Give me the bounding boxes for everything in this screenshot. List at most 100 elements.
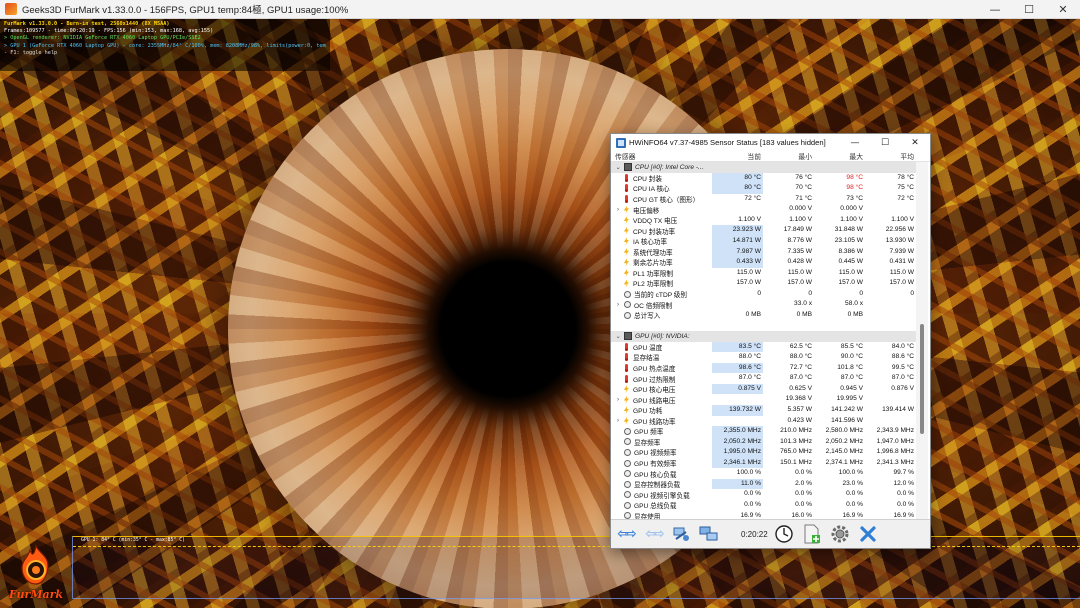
sensor-row[interactable]: GPU 温度 83.5 °C 62.5 °C 85.5 °C 84.0 °C bbox=[611, 341, 916, 353]
value-avg: 99.5 °C bbox=[891, 363, 914, 371]
sensor-row[interactable]: 当前的 cTDP 级别 0 0 0 0 bbox=[611, 289, 916, 300]
sensor-row[interactable]: GPU 功耗 139.732 W 5.357 W 141.242 W 139.414 W bbox=[611, 404, 916, 416]
chip-icon bbox=[624, 163, 632, 172]
sensor-row[interactable]: 显存频率 2,050.2 MHz 101.3 MHz 2,050.2 MHz 1,947… bbox=[611, 436, 916, 448]
hwinfo-maximize-button[interactable]: ☐ bbox=[870, 134, 900, 151]
settings-button[interactable] bbox=[828, 523, 852, 545]
column-header-sensor[interactable]: 传感器 bbox=[611, 151, 712, 161]
sensor-label: GPU 视频引擎负载 bbox=[634, 492, 690, 500]
value-avg: 0 bbox=[910, 289, 914, 297]
sensor-row[interactable]: › 电压偏移 0.000 V 0.000 V bbox=[611, 204, 916, 215]
expand-toggle[interactable]: › bbox=[614, 418, 622, 424]
value-max: 2,580.0 MHz bbox=[825, 427, 863, 435]
close-sensors-button[interactable] bbox=[856, 523, 880, 545]
sensor-row[interactable]: 系统代理功率 7.987 W 7.335 W 8.386 W 7.939 W bbox=[611, 246, 916, 258]
network-icon bbox=[673, 527, 689, 541]
value-current bbox=[712, 394, 763, 405]
value-avg bbox=[865, 394, 916, 405]
sensor-group-row[interactable]: ⌄ CPU [#0]: Intel Core -... bbox=[611, 162, 916, 173]
sensor-group-row[interactable]: ⌄ GPU [#0]: NVIDIA: bbox=[611, 331, 916, 342]
sensor-row[interactable]: GPU 热点温度 98.6 °C 72.7 °C 101.8 °C 99.5 °C bbox=[611, 362, 916, 374]
hwinfo-close-button[interactable]: ✕ bbox=[900, 134, 930, 151]
sensor-row[interactable]: › GPU 线路功率 0.423 W 141.596 W bbox=[611, 416, 916, 427]
sensor-label: GPU 温度 bbox=[633, 344, 663, 352]
network-button[interactable] bbox=[669, 523, 693, 545]
sensor-row[interactable]: GPU 视频引擎负载 0.0 % 0.0 % 0.0 % 0.0 % bbox=[611, 489, 916, 500]
sensor-row[interactable]: 显存使用 16.9 % 16.0 % 16.9 % 16.9 % bbox=[611, 511, 916, 519]
column-header-avg[interactable]: 平均 bbox=[865, 151, 916, 161]
sensor-row[interactable]: GPU 视频频率 1,995.0 MHz 765.0 MHz 2,145.0 MHz 1… bbox=[611, 447, 916, 458]
sensor-table[interactable]: ⌄ CPU [#0]: Intel Core -... CPU 封装 80 °C 76 … bbox=[611, 162, 916, 519]
sensor-row[interactable]: GPU 总线负载 0.0 % 0.0 % 0.0 % 0.0 % bbox=[611, 500, 916, 511]
value-current: 0.0 % bbox=[744, 490, 761, 498]
furmark-app-icon bbox=[5, 3, 17, 15]
expand-toggle[interactable]: ⌄ bbox=[614, 333, 622, 340]
sensor-row[interactable]: GPU 频率 2,355.0 MHz 210.0 MHz 2,580.0 MHz 2,3… bbox=[611, 426, 916, 437]
maximize-button[interactable]: ☐ bbox=[1012, 0, 1046, 19]
sensor-compare-button[interactable] bbox=[697, 523, 721, 545]
clock-icon bbox=[624, 501, 631, 509]
column-header-max[interactable]: 最大 bbox=[814, 151, 865, 161]
previous-page-button[interactable]: ⇦⇨ bbox=[613, 523, 637, 545]
sensor-name-cell: GPU 总线负载 bbox=[611, 500, 712, 510]
sensor-row[interactable]: › GPU 线路电压 19.368 V 19.995 V bbox=[611, 394, 916, 405]
sensor-name-cell: › GPU 线路功率 bbox=[611, 416, 712, 426]
value-current: 1,995.0 MHz bbox=[712, 447, 763, 458]
sensor-row[interactable]: 显存控制器负载 11.0 % 2.0 % 23.0 % 12.0 % bbox=[611, 478, 916, 490]
reset-clock-button[interactable] bbox=[772, 523, 796, 545]
sensor-row[interactable]: CPU 封装功率 23.923 W 17.849 W 31.848 W 22.956 W bbox=[611, 225, 916, 236]
hwinfo-sensor-window[interactable]: HWiNFO64 v7.37-4985 Sensor Status [183 v… bbox=[610, 133, 931, 549]
sensor-row[interactable]: GPU 核心电压 0.875 V 0.625 V 0.945 V 0.876 V bbox=[611, 383, 916, 395]
value-min: 150.1 MHz bbox=[780, 458, 812, 466]
sensor-name-cell: › 电压偏移 bbox=[611, 205, 712, 215]
vertical-scrollbar[interactable] bbox=[916, 162, 928, 519]
value-avg: 78 °C bbox=[897, 173, 914, 181]
sensor-row[interactable]: 显存结温 88.0 °C 88.0 °C 90.0 °C 88.6 °C bbox=[611, 352, 916, 363]
sensor-row[interactable]: CPU 封装 80 °C 76 °C 98 °C 78 °C bbox=[611, 172, 916, 184]
value-avg: 75 °C bbox=[897, 184, 914, 192]
furmark-logo-text: FurMark bbox=[8, 588, 64, 601]
sensor-label: 显存控制器负载 bbox=[634, 482, 681, 490]
value-max: 90.0 °C bbox=[840, 353, 863, 361]
sensor-label: 显存结温 bbox=[633, 355, 660, 363]
value-current: 16.9 % bbox=[740, 511, 761, 519]
sensor-row[interactable]: CPU GT 核心（图形） 72 °C 71 °C 73 °C 72 °C bbox=[611, 194, 916, 205]
expand-toggle[interactable]: › bbox=[614, 397, 622, 403]
sensor-label: GPU [#0]: NVIDIA: bbox=[635, 332, 690, 340]
clock-icon bbox=[624, 427, 631, 435]
column-header-current[interactable]: 当前 bbox=[712, 151, 763, 161]
value-min: 70 °C bbox=[795, 184, 812, 192]
sensor-row[interactable]: GPU 核心负载 100.0 % 0.0 % 100.0 % 99.7 % bbox=[611, 468, 916, 479]
scrollbar-thumb[interactable] bbox=[920, 324, 924, 434]
lightning-icon bbox=[624, 395, 629, 404]
sensor-row[interactable]: › OC 倍频限制 33.0 x 58.0 x bbox=[611, 299, 916, 310]
value-min: 62.5 °C bbox=[789, 342, 812, 350]
sensor-row[interactable]: 剩余芯片功率 0.433 W 0.428 W 0.445 W 0.431 W bbox=[611, 257, 916, 268]
sensor-row[interactable]: 总计写入 0 MB 0 MB 0 MB bbox=[611, 310, 916, 321]
expand-toggle[interactable]: › bbox=[614, 207, 622, 213]
expand-toggle[interactable]: › bbox=[614, 302, 622, 308]
lightning-icon bbox=[624, 216, 629, 225]
value-min: 0.000 V bbox=[789, 205, 812, 213]
column-header-min[interactable]: 最小 bbox=[763, 151, 814, 161]
sensor-row[interactable]: GPU 有效频率 2,346.1 MHz 150.1 MHz 2,374.1 MHz 2… bbox=[611, 457, 916, 469]
sensor-row[interactable]: PL2 功率限制 157.0 W 157.0 W 157.0 W 157.0 W bbox=[611, 278, 916, 289]
thermometer-icon bbox=[625, 342, 628, 351]
save-report-button[interactable] bbox=[800, 523, 824, 545]
hwinfo-app-icon bbox=[616, 137, 626, 148]
sensor-name-cell: GPU 频率 bbox=[611, 426, 712, 436]
sensor-name-cell: ⌄ GPU [#0]: NVIDIA: bbox=[611, 332, 712, 341]
clock-icon bbox=[624, 480, 631, 488]
sensor-row[interactable]: PL1 功率限制 115.0 W 115.0 W 115.0 W 115.0 W bbox=[611, 268, 916, 279]
next-page-button[interactable]: ⇦⇨ bbox=[641, 523, 665, 545]
sensor-row[interactable]: CPU IA 核心 80 °C 70 °C 98 °C 75 °C bbox=[611, 183, 916, 194]
close-button[interactable]: ✕ bbox=[1046, 0, 1080, 19]
sensor-row[interactable]: VDDQ TX 电压 1.100 V 1.100 V 1.100 V 1.100 V bbox=[611, 215, 916, 226]
overlay-gpu-line: > GPU 1 (GeForce RTX 4060 Laptop GPU) - … bbox=[4, 42, 326, 49]
expand-toggle[interactable]: ⌄ bbox=[614, 164, 622, 171]
sensor-row[interactable]: IA 核心功率 14.871 W 8.776 W 23.105 W 13.930 W bbox=[611, 235, 916, 247]
value-max: 0 bbox=[859, 289, 863, 297]
sensor-row[interactable]: GPU 过热限制 87.0 °C 87.0 °C 87.0 °C 87.0 °C bbox=[611, 373, 916, 384]
hwinfo-minimize-button[interactable]: — bbox=[840, 134, 870, 151]
minimize-button[interactable]: — bbox=[978, 0, 1012, 19]
